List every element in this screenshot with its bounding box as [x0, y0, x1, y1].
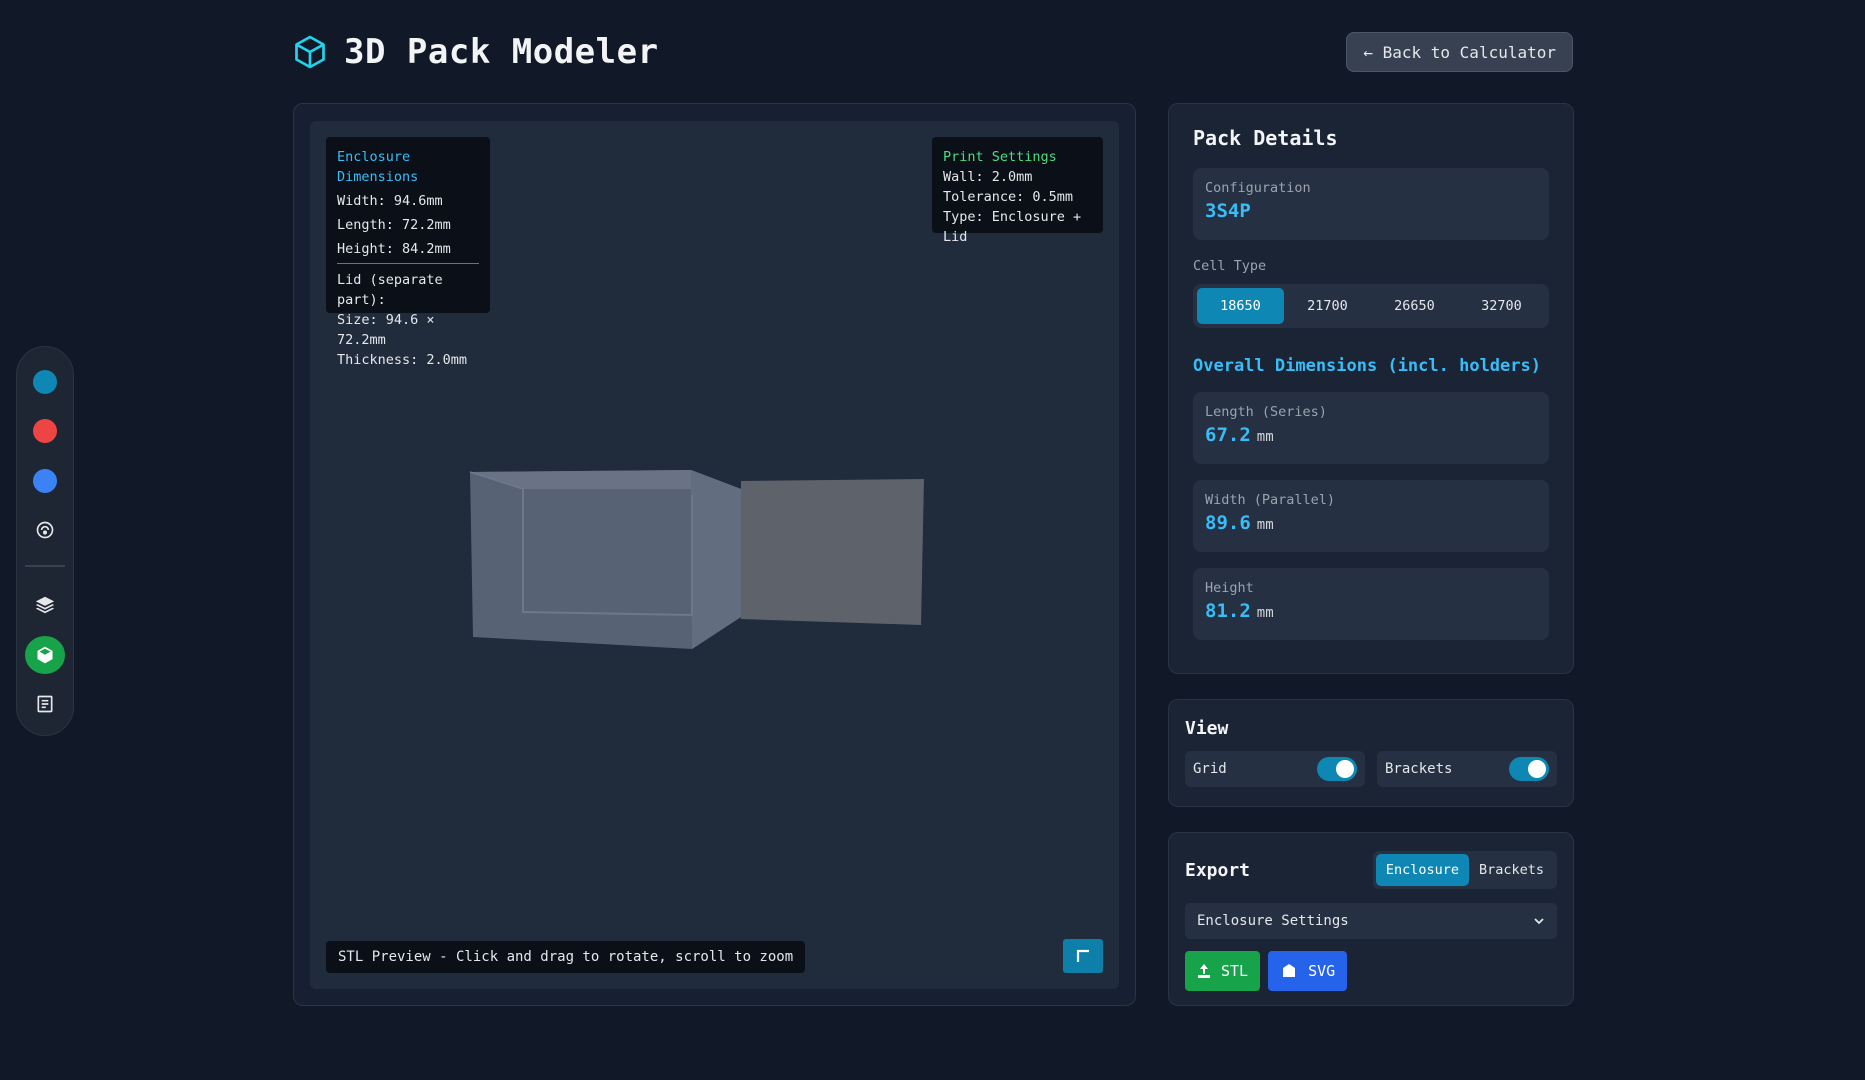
- export-svg-label: SVG: [1308, 962, 1336, 980]
- width-value: 89.6: [1205, 512, 1251, 534]
- back-to-calculator-button[interactable]: ← Back to Calculator: [1346, 32, 1573, 72]
- corner-icon: [1076, 949, 1089, 962]
- cell-type-selector: 18650 21700 26650 32700: [1193, 284, 1549, 328]
- teal-dot-icon: [33, 369, 57, 394]
- layers-button[interactable]: [25, 587, 65, 624]
- cell-type-21700[interactable]: 21700: [1284, 288, 1371, 324]
- export-panel: Export Enclosure Brackets Enclosure Sett…: [1168, 832, 1574, 1006]
- overall-dimensions-title: Overall Dimensions (incl. holders): [1193, 356, 1541, 376]
- side-toolbar: [16, 346, 74, 736]
- width-card: Width (Parallel) 89.6 mm: [1193, 480, 1549, 552]
- palette-icon: [36, 521, 54, 539]
- 3d-viewport[interactable]: Enclosure Dimensions Width: 94.6mm Lengt…: [310, 121, 1119, 989]
- enclosure-side: [691, 470, 741, 649]
- export-target-selector: Enclosure Brackets: [1372, 851, 1557, 889]
- blue-color-button[interactable]: [25, 462, 65, 499]
- configuration-card: Configuration 3S4P: [1193, 168, 1549, 240]
- cube-icon: [295, 35, 325, 69]
- cell-type-label: Cell Type: [1193, 258, 1267, 274]
- export-buttons: STL SVG: [1185, 951, 1557, 991]
- length-value: 67.2: [1205, 424, 1251, 446]
- view-toggles: Grid Brackets: [1185, 751, 1557, 787]
- export-svg-button[interactable]: SVG: [1268, 951, 1348, 991]
- enclosure-settings-label: Enclosure Settings: [1197, 913, 1349, 929]
- pack-details-title: Pack Details: [1193, 126, 1338, 150]
- 3d-model-button[interactable]: [25, 636, 65, 674]
- grid-label: Grid: [1193, 761, 1227, 777]
- page-title: 3D Pack Modeler: [344, 32, 659, 72]
- grid-switch[interactable]: [1317, 757, 1357, 781]
- length-label: Length (Series): [1205, 404, 1327, 420]
- export-stl-label: STL: [1221, 962, 1249, 980]
- export-stl-button[interactable]: STL: [1185, 951, 1261, 991]
- height-label: Height: [1205, 580, 1254, 596]
- blue-dot-icon: [33, 468, 57, 493]
- upload-icon: [1198, 964, 1210, 978]
- chevron-down-icon: [1534, 918, 1544, 925]
- export-tab-enclosure[interactable]: Enclosure: [1375, 854, 1469, 886]
- lid-part: [741, 479, 924, 625]
- pack-details-panel: Pack Details Configuration 3S4P Cell Typ…: [1168, 103, 1574, 674]
- brackets-switch[interactable]: [1509, 757, 1549, 781]
- enclosure-settings-dropdown[interactable]: Enclosure Settings: [1185, 903, 1557, 939]
- view-title: View: [1185, 718, 1229, 739]
- configuration-value: 3S4P: [1205, 200, 1251, 222]
- cell-type-26650[interactable]: 26650: [1371, 288, 1458, 324]
- export-header: Export Enclosure Brackets: [1185, 851, 1557, 889]
- width-label: Width (Parallel): [1205, 492, 1336, 508]
- model-render: [469, 470, 924, 649]
- notes-button[interactable]: [25, 686, 65, 723]
- configuration-label: Configuration: [1205, 180, 1311, 196]
- brackets-label: Brackets: [1385, 761, 1453, 777]
- export-tab-brackets[interactable]: Brackets: [1469, 854, 1554, 886]
- box-icon: [37, 646, 53, 664]
- viewer-panel: Enclosure Dimensions Width: 94.6mm Lengt…: [293, 103, 1136, 1006]
- brand: 3D Pack Modeler: [292, 32, 659, 72]
- brackets-toggle[interactable]: Brackets: [1377, 751, 1557, 787]
- header: 3D Pack Modeler ← Back to Calculator: [292, 30, 1573, 74]
- length-card: Length (Series) 67.2 mm: [1193, 392, 1549, 464]
- grid-toggle[interactable]: Grid: [1185, 751, 1365, 787]
- width-unit: mm: [1256, 517, 1274, 533]
- dock-divider: [25, 564, 65, 567]
- view-panel: View Grid Brackets: [1168, 699, 1574, 807]
- document-icon: [37, 695, 53, 713]
- height-value: 81.2: [1205, 600, 1251, 622]
- teal-color-button[interactable]: [25, 363, 65, 400]
- reset-view-button[interactable]: [1063, 939, 1103, 973]
- red-color-button[interactable]: [25, 412, 65, 449]
- height-card: Height 81.2 mm: [1193, 568, 1549, 640]
- export-title: Export: [1185, 859, 1251, 881]
- palette-button[interactable]: [25, 511, 65, 548]
- length-unit: mm: [1256, 429, 1274, 445]
- height-unit: mm: [1256, 605, 1274, 621]
- viewer-hint: STL Preview - Click and drag to rotate, …: [326, 941, 806, 973]
- shape-icon: [1283, 964, 1296, 977]
- red-dot-icon: [33, 419, 57, 444]
- layers-icon: [35, 597, 55, 614]
- cell-type-18650[interactable]: 18650: [1197, 288, 1284, 324]
- cell-type-32700[interactable]: 32700: [1458, 288, 1545, 324]
